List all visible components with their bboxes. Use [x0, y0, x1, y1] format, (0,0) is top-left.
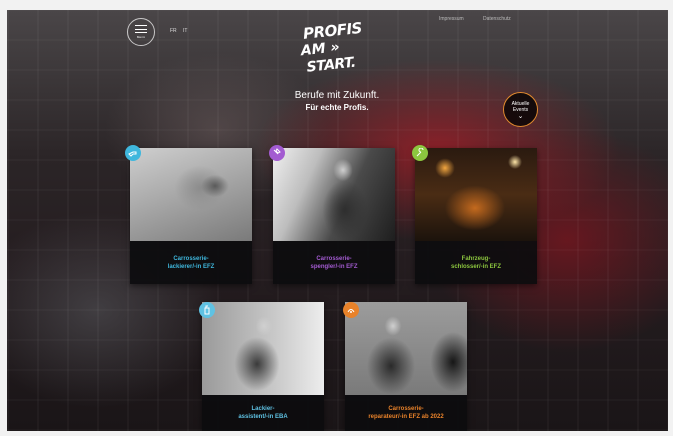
card-carrosserielackierer[interactable]: Carrosserie- lackierer/-in EFZ	[130, 148, 252, 284]
card-photo-sparks	[415, 148, 537, 241]
card-title: Carrosserie- spengler/-in EFZ	[310, 255, 358, 270]
repair-icon	[343, 302, 359, 318]
page-frame: Menü FR IT Impressum Datenschutz PROFIS …	[7, 10, 668, 431]
card-title: Carrosserie- reparateur/-in EFZ ab 2022	[368, 406, 444, 420]
card-title: Lackier- assistent/-in EBA	[238, 406, 288, 420]
card-photo-mechanic	[345, 302, 467, 395]
menu-button[interactable]: Menü	[127, 18, 155, 46]
spray-gun-icon	[125, 145, 141, 161]
card-title: Carrosserie- lackierer/-in EFZ	[167, 255, 215, 270]
impressum-link[interactable]: Impressum	[439, 16, 464, 22]
card-photo-robot	[130, 148, 252, 241]
card-photo-worker-woman	[273, 148, 395, 241]
card-fahrzeugschlosser[interactable]: Fahrzeug- schlosser/-in EFZ	[415, 148, 537, 284]
card-photo-painter	[202, 302, 324, 395]
card-carrosseriereparateur[interactable]: Carrosserie- reparateur/-in EFZ ab 2022	[345, 302, 467, 431]
spray-can-icon	[199, 302, 215, 318]
profis-am-start-logo[interactable]: PROFIS AM » START.	[296, 17, 368, 84]
tagline-line2: Für echte Profis.	[305, 103, 369, 112]
wrench-icon	[412, 145, 428, 161]
datenschutz-link[interactable]: Datenschutz	[483, 16, 511, 22]
tagline-line1: Berufe mit Zukunft.	[294, 90, 380, 101]
hamburger-icon	[135, 25, 147, 33]
lang-it-link[interactable]: IT	[183, 28, 187, 34]
card-carrosseriespengler[interactable]: Carrosserie- spengler/-in EFZ	[273, 148, 395, 284]
hammer-icon	[269, 145, 285, 161]
chevron-down-icon: ⌄	[517, 113, 524, 120]
lang-fr-link[interactable]: FR	[170, 28, 177, 34]
events-button[interactable]: Aktuelle Events ⌄	[503, 92, 538, 127]
card-lackierassistent[interactable]: Lackier- assistent/-in EBA	[202, 302, 324, 431]
card-title: Fahrzeug- schlosser/-in EFZ	[450, 255, 501, 270]
menu-label: Menü	[136, 35, 146, 39]
